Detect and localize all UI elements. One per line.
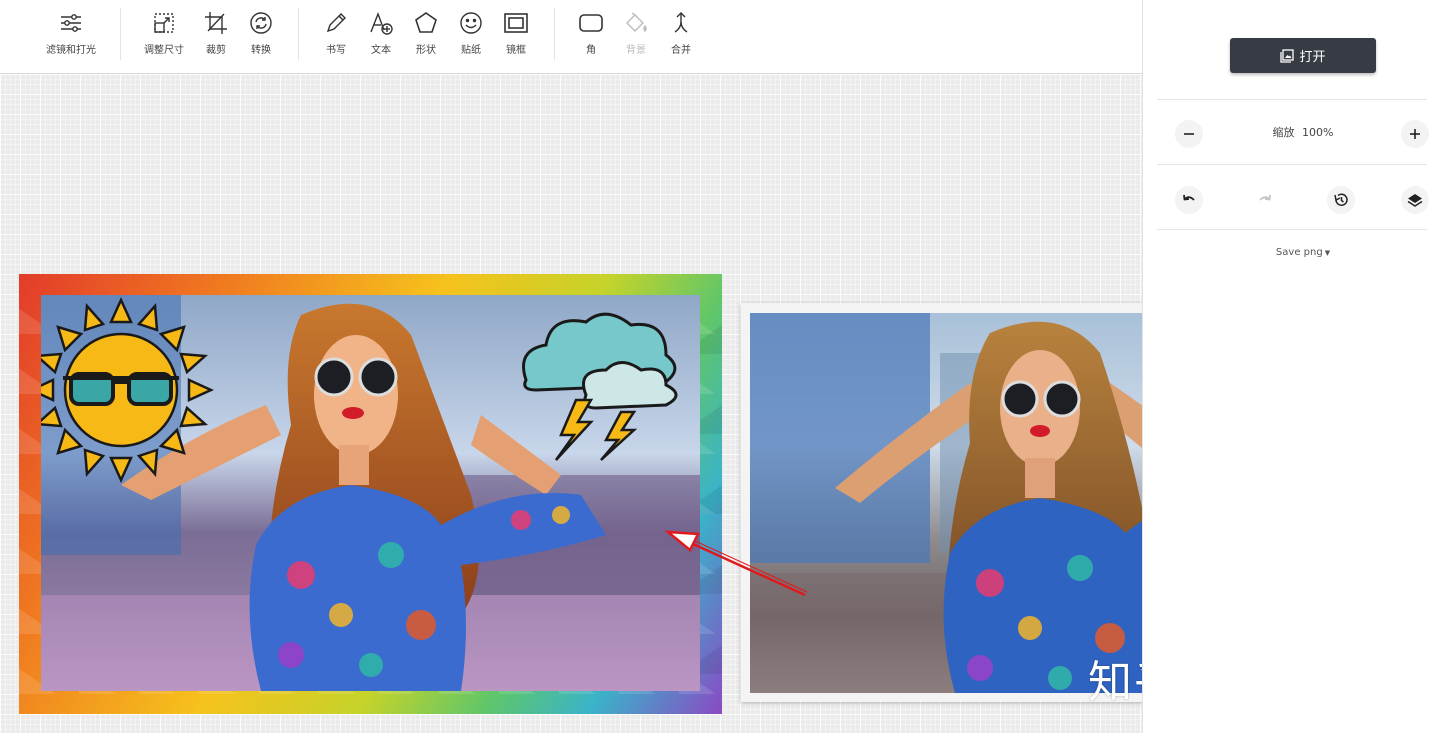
right-panel: 打开 缩放 100% Save png ▼: [1142, 0, 1440, 733]
frame-icon: [504, 13, 528, 33]
panel-divider: [1157, 99, 1427, 100]
plus-icon: [1410, 129, 1420, 139]
red-arrow: [664, 530, 808, 597]
toolbar-divider: [120, 8, 121, 60]
layers-icon: [1407, 194, 1423, 207]
open-button[interactable]: 打开: [1230, 38, 1376, 73]
redo-button[interactable]: [1251, 186, 1279, 214]
tool-label: 滤镜和打光: [46, 45, 96, 56]
sliders-icon: [61, 14, 81, 32]
tool-label: 镜框: [506, 45, 526, 56]
zoom-in-button[interactable]: [1401, 120, 1429, 148]
tool-corner[interactable]: 角: [575, 10, 607, 62]
storm-cloud-sticker: [522, 312, 678, 461]
tool-filters[interactable]: 滤镜和打光: [40, 10, 102, 62]
tool-label: 裁剪: [206, 45, 226, 56]
caret-down-icon: ▼: [1324, 249, 1331, 257]
shape-icon: [415, 12, 437, 33]
merge-icon: [674, 12, 688, 33]
tool-resize[interactable]: 调整尺寸: [140, 10, 188, 62]
pencil-icon: [326, 13, 346, 33]
zoom-label: 缩放: [1272, 126, 1295, 139]
tool-label: 文本: [371, 45, 391, 56]
tool-sticker[interactable]: 贴纸: [455, 10, 487, 62]
save-format-label: Save png: [1275, 247, 1323, 258]
redo-icon: [1259, 194, 1271, 201]
panel-divider: [1157, 164, 1427, 165]
layers-button[interactable]: [1401, 186, 1429, 214]
tool-rotate[interactable]: 转换: [245, 10, 277, 62]
text-icon: [370, 12, 393, 35]
tool-label: 调整尺寸: [144, 45, 184, 56]
history-icon: [1334, 193, 1348, 206]
panel-divider: [1157, 229, 1427, 230]
zoom-value: 100%: [1302, 126, 1334, 139]
top-toolbar: 滤镜和打光 调整尺寸 裁剪 转换 书写 文本 形状 贴纸 镜框 角 背景 合并: [0, 0, 1142, 74]
toolbar-divider: [554, 8, 555, 60]
toolbar-divider: [298, 8, 299, 60]
tool-background[interactable]: 背景: [620, 10, 652, 62]
corner-icon: [579, 14, 603, 32]
edited-photo-image: [41, 295, 700, 691]
tool-draw[interactable]: 书写: [320, 10, 352, 62]
tool-text[interactable]: 文本: [365, 10, 397, 62]
tool-crop[interactable]: 裁剪: [200, 10, 232, 62]
sticker-icon: [460, 12, 482, 34]
tool-frame[interactable]: 镜框: [500, 10, 532, 62]
zoom-out-button[interactable]: [1175, 120, 1203, 148]
minus-icon: [1184, 133, 1194, 135]
tool-label: 贴纸: [461, 45, 481, 56]
history-button[interactable]: [1327, 186, 1355, 214]
save-format-dropdown[interactable]: Save png ▼: [1243, 247, 1363, 258]
tool-label: 书写: [326, 45, 346, 56]
tool-label: 合并: [671, 45, 691, 56]
undo-icon: [1183, 194, 1195, 201]
paint-bucket-icon: [626, 12, 647, 32]
tool-merge[interactable]: 合并: [665, 10, 697, 62]
image-icon: [1280, 48, 1295, 63]
undo-button[interactable]: [1175, 186, 1203, 214]
open-button-label: 打开: [1299, 50, 1326, 65]
tool-label: 转换: [251, 45, 271, 56]
edited-photo[interactable]: [41, 295, 700, 691]
tool-label: 角: [586, 45, 596, 56]
rotate-icon: [250, 12, 272, 34]
resize-icon: [154, 13, 174, 33]
zoom-readout: 缩放 100%: [1243, 124, 1363, 140]
tool-label: 背景: [626, 45, 646, 56]
crop-icon: [205, 12, 227, 34]
tool-shape[interactable]: 形状: [410, 10, 442, 62]
tool-label: 形状: [416, 45, 436, 56]
